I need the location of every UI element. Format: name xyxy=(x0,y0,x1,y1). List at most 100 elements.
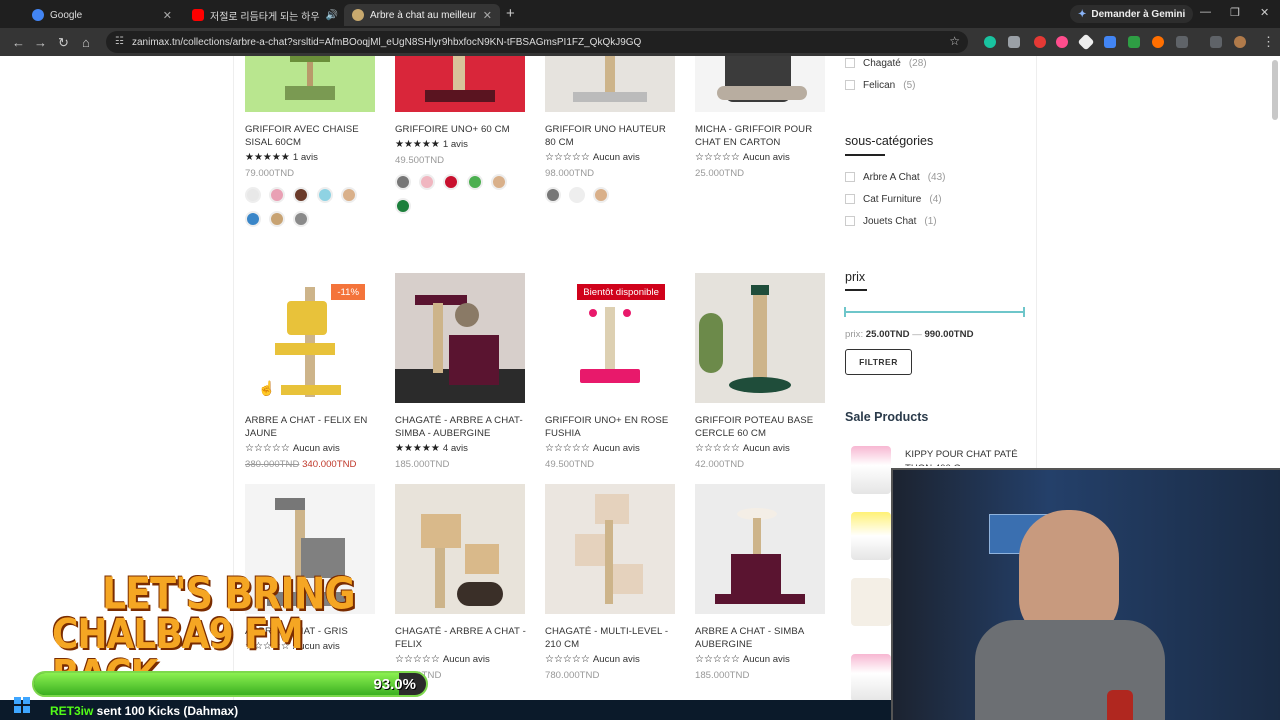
subcat-filter-arbre-a-chat[interactable]: Arbre A Chat (43) xyxy=(845,166,946,188)
product-card[interactable]: GRIFFOIRE UNO+ 60 CM ★★★★★ 1 avis 49.500T… xyxy=(395,56,527,214)
windows-logo-icon[interactable] xyxy=(14,697,30,713)
extension-icon[interactable] xyxy=(1056,36,1068,48)
color-swatch[interactable] xyxy=(245,211,261,227)
product-card[interactable]: ARBRE A CHAT - SIMBA AUBERGINE ☆☆☆☆☆ Aucu… xyxy=(695,484,827,681)
tab-google[interactable]: Google ✕ xyxy=(24,4,180,26)
product-name[interactable]: GRIFFOIR UNO+ EN ROSE FUSHIA xyxy=(545,414,677,440)
product-name[interactable]: CHAGATÉ - ARBRE A CHAT - FELIX xyxy=(395,625,527,651)
url-field[interactable]: ☷ zanimax.tn/collections/arbre-a-chat?sr… xyxy=(106,31,968,53)
home-icon[interactable]: ⌂ xyxy=(82,35,90,50)
camera-extension-icon[interactable] xyxy=(1008,36,1020,48)
sale-product-thumbnail[interactable] xyxy=(851,578,891,626)
product-card[interactable]: GRIFFOIR AVEC CHAISE SISAL 60CM ★★★★★ 1 a… xyxy=(245,56,377,227)
checkbox[interactable] xyxy=(845,172,855,182)
product-name[interactable]: ARBRE A CHAT - SIMBA AUBERGINE xyxy=(695,625,827,651)
extension-icon[interactable] xyxy=(984,36,996,48)
price-slider-max-handle[interactable] xyxy=(1023,307,1025,317)
color-swatch[interactable] xyxy=(269,211,285,227)
extension-icon[interactable] xyxy=(1128,36,1140,48)
product-name[interactable]: GRIFFOIR POTEAU BASE CERCLE 60 CM xyxy=(695,414,827,440)
product-name[interactable]: ARBRE A CHAT - FELIX EN JAUNE xyxy=(245,414,377,440)
product-image[interactable] xyxy=(695,484,825,614)
product-name[interactable]: CHAGATÉ - MULTI-LEVEL - 210 CM xyxy=(545,625,677,651)
product-card[interactable]: GRIFFOIR POTEAU BASE CERCLE 60 CM ☆☆☆☆☆ A… xyxy=(695,273,827,470)
brand-filter-felican[interactable]: Felican (5) xyxy=(845,74,915,96)
product-card[interactable]: Bientôt disponible GRIFFOIR UNO+ EN ROSE… xyxy=(545,273,677,470)
product-card[interactable]: -11% ARBRE A CHAT - FELIX EN JAUNE ☆☆☆☆☆… xyxy=(245,273,377,470)
extension-icon[interactable] xyxy=(1077,33,1095,51)
product-image[interactable] xyxy=(395,484,525,614)
product-image[interactable] xyxy=(395,273,525,403)
product-name[interactable]: CHAGATÉ - ARBRE A CHAT-SIMBA - AUBERGINE xyxy=(395,414,527,440)
product-card[interactable]: CHAGATÉ - MULTI-LEVEL - 210 CM ☆☆☆☆☆ Aucu… xyxy=(545,484,677,681)
color-swatch[interactable] xyxy=(395,174,411,190)
price-slider-min-handle[interactable] xyxy=(844,307,846,317)
color-swatch[interactable] xyxy=(341,187,357,203)
bookmark-star-icon[interactable]: ☆ xyxy=(949,34,960,48)
color-swatch[interactable] xyxy=(317,187,333,203)
extension-badge-icon[interactable] xyxy=(1034,36,1046,48)
restore-icon[interactable]: ❐ xyxy=(1230,6,1240,19)
color-swatch[interactable] xyxy=(269,187,285,203)
checkbox[interactable] xyxy=(845,80,855,90)
reload-icon[interactable]: ↻ xyxy=(58,35,69,51)
profile-avatar[interactable] xyxy=(1234,36,1246,48)
ask-gemini-button[interactable]: ✦ Demander à Gemini xyxy=(1070,5,1194,23)
color-swatch[interactable] xyxy=(245,187,261,203)
color-swatch[interactable] xyxy=(395,198,411,214)
back-icon[interactable]: ← xyxy=(12,35,25,50)
new-tab-icon[interactable]: + xyxy=(506,5,515,22)
product-name[interactable]: MICHA - GRIFFOIR POUR CHAT EN CARTON xyxy=(695,123,827,149)
scrollbar[interactable] xyxy=(1272,60,1278,120)
product-card[interactable]: GRIFFOIR UNO HAUTEUR 80 CM ☆☆☆☆☆ Aucun av… xyxy=(545,56,677,203)
checkbox[interactable] xyxy=(845,194,855,204)
checkbox[interactable] xyxy=(845,58,855,68)
close-tab-icon[interactable]: ✕ xyxy=(163,9,172,22)
extension-icon[interactable] xyxy=(1152,36,1164,48)
translate-extension-icon[interactable] xyxy=(1104,36,1116,48)
color-swatch[interactable] xyxy=(593,187,609,203)
subcat-filter-cat-furniture[interactable]: Cat Furniture (4) xyxy=(845,188,942,210)
product-card[interactable]: MICHA - GRIFFOIR POUR CHAT EN CARTON ☆☆☆… xyxy=(695,56,827,179)
speaker-icon[interactable]: 🔊 xyxy=(326,10,338,21)
product-image[interactable] xyxy=(395,56,525,112)
checkbox[interactable] xyxy=(845,216,855,226)
product-name[interactable]: GRIFFOIR AVEC CHAISE SISAL 60CM xyxy=(245,123,377,149)
sale-product-thumbnail[interactable] xyxy=(851,654,891,702)
color-swatch[interactable] xyxy=(491,174,507,190)
product-image[interactable] xyxy=(695,56,825,112)
filter-button[interactable]: FILTRER xyxy=(845,349,912,375)
product-card[interactable]: CHAGATÉ - ARBRE A CHAT - FELIX ☆☆☆☆☆ Aucu… xyxy=(395,484,527,681)
sale-product-thumbnail[interactable] xyxy=(851,446,891,494)
product-name[interactable]: GRIFFOIR UNO HAUTEUR 80 CM xyxy=(545,123,677,149)
price-range-slider[interactable] xyxy=(845,311,1025,313)
product-image[interactable] xyxy=(695,273,825,403)
color-swatch[interactable] xyxy=(443,174,459,190)
sale-product-thumbnail[interactable] xyxy=(851,512,891,560)
color-swatch[interactable] xyxy=(569,187,585,203)
close-tab-icon[interactable]: ✕ xyxy=(483,9,492,22)
product-name[interactable]: GRIFFOIRE UNO+ 60 CM xyxy=(395,123,527,136)
menu-kebab-icon[interactable]: ⋮ xyxy=(1262,34,1275,50)
product-image[interactable] xyxy=(245,56,375,112)
product-card[interactable]: CHAGATÉ - ARBRE A CHAT-SIMBA - AUBERGINE… xyxy=(395,273,527,470)
subcat-filter-jouets-chat[interactable]: Jouets Chat (1) xyxy=(845,210,937,232)
reading-list-icon[interactable] xyxy=(1210,36,1222,48)
forward-icon[interactable]: → xyxy=(34,35,47,50)
minimize-icon[interactable]: — xyxy=(1200,6,1211,18)
site-info-icon[interactable]: ☷ xyxy=(115,36,124,47)
close-window-icon[interactable]: ✕ xyxy=(1260,6,1269,19)
extensions-puzzle-icon[interactable] xyxy=(1176,36,1188,48)
color-swatch[interactable] xyxy=(467,174,483,190)
color-swatch[interactable] xyxy=(545,187,561,203)
color-swatch[interactable] xyxy=(293,187,309,203)
product-image[interactable] xyxy=(545,484,675,614)
sale-product-name[interactable]: KIPPY POUR CHAT PATÉ THON 400 G xyxy=(905,448,1025,466)
product-image[interactable] xyxy=(545,56,675,112)
color-swatch[interactable] xyxy=(293,211,309,227)
brand-filter-chagate[interactable]: Chagaté (28) xyxy=(845,56,927,74)
product-image[interactable]: Bientôt disponible xyxy=(545,273,675,403)
tab-zanimax[interactable]: Arbre à chat au meilleur prix en ✕ xyxy=(344,4,500,26)
tab-youtube[interactable]: 저절로 리듬타게 되는 하우 🔊 ✕ xyxy=(184,4,340,26)
color-swatch[interactable] xyxy=(419,174,435,190)
